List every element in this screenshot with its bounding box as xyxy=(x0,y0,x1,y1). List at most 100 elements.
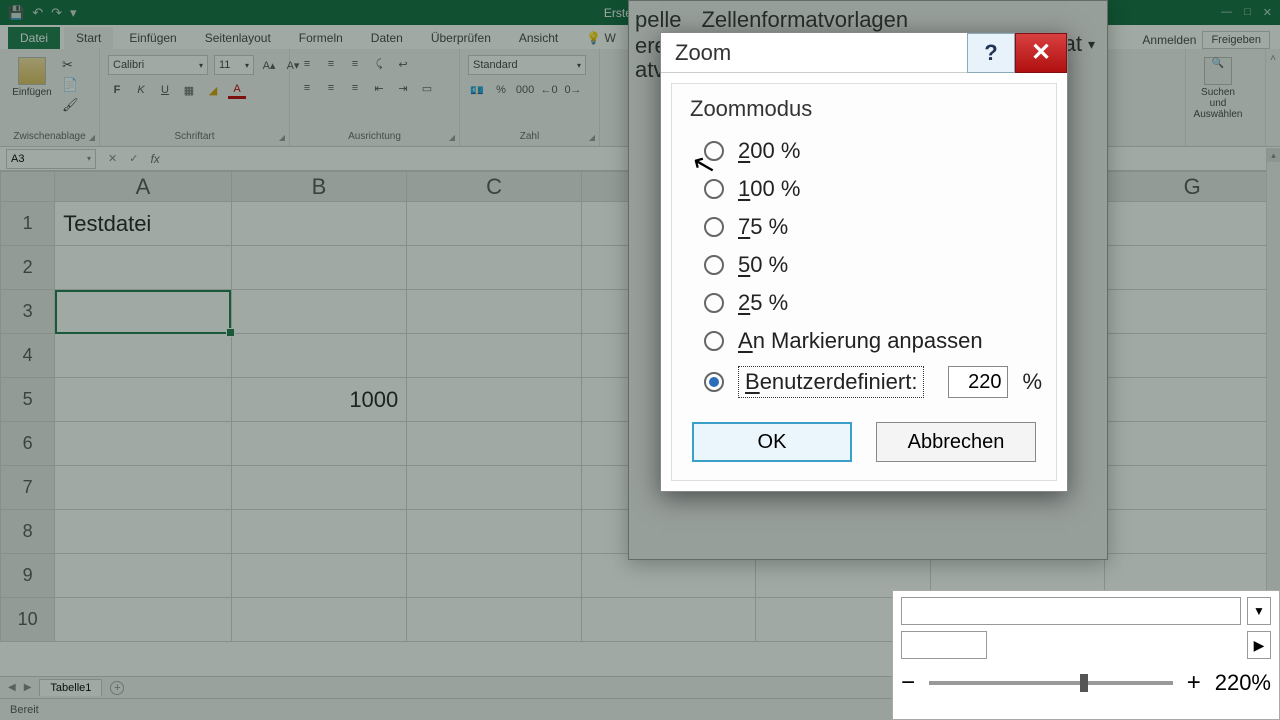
share-button[interactable]: Freigeben xyxy=(1202,31,1270,49)
font-color-icon[interactable]: A xyxy=(228,81,246,99)
indent-increase-icon[interactable]: ⇥ xyxy=(394,79,412,97)
row-header-8[interactable]: 8 xyxy=(1,510,55,554)
overlay-dropdown-button[interactable]: ▼ xyxy=(1247,597,1271,625)
tab-start[interactable]: Start xyxy=(64,27,113,49)
cut-icon[interactable]: ✂ xyxy=(62,57,79,73)
name-box[interactable]: A3▾ xyxy=(6,149,96,169)
help-button[interactable]: ? xyxy=(967,33,1015,73)
tab-tellme[interactable]: 💡 W xyxy=(574,27,628,49)
tab-page-layout[interactable]: Seitenlayout xyxy=(193,27,283,49)
thousands-icon[interactable]: 000 xyxy=(516,81,534,99)
row-header-6[interactable]: 6 xyxy=(1,422,55,466)
cancel-button[interactable]: Abbrechen xyxy=(876,422,1036,462)
wrap-text-icon[interactable]: ↩ xyxy=(394,55,412,73)
overlay-dropdown[interactable] xyxy=(901,597,1241,625)
column-header-g[interactable]: G xyxy=(1105,172,1280,202)
zoom-option-custom[interactable]: Benutzerdefiniert: % xyxy=(690,360,1038,404)
overlay-scroll-right[interactable]: ▶ xyxy=(1247,631,1271,659)
zoom-in-button[interactable]: + xyxy=(1187,669,1201,697)
italic-button[interactable]: K xyxy=(132,81,150,99)
column-header-b[interactable]: B xyxy=(231,172,407,202)
border-icon[interactable]: ▦ xyxy=(180,81,198,99)
zoom-option-75[interactable]: 75 % xyxy=(690,208,1038,246)
font-dialog-launcher[interactable]: ◢ xyxy=(279,133,285,142)
fill-color-icon[interactable]: ◢ xyxy=(204,81,222,99)
row-header-5[interactable]: 5 xyxy=(1,378,55,422)
signin-link[interactable]: Anmelden xyxy=(1142,33,1196,47)
tab-review[interactable]: Überprüfen xyxy=(419,27,503,49)
accounting-icon[interactable]: 💶 xyxy=(468,81,486,99)
bold-button[interactable]: F xyxy=(108,81,126,99)
row-header-1[interactable]: 1 xyxy=(1,202,55,246)
zoom-custom-input[interactable] xyxy=(948,366,1008,398)
minimize-icon[interactable]: — xyxy=(1221,6,1232,19)
tab-formulas[interactable]: Formeln xyxy=(287,27,355,49)
close-dialog-button[interactable]: ✕ xyxy=(1015,33,1067,73)
font-size-select[interactable]: 11▾ xyxy=(214,55,254,75)
row-header-10[interactable]: 10 xyxy=(1,598,55,642)
row-header-9[interactable]: 9 xyxy=(1,554,55,598)
close-window-icon[interactable]: ✕ xyxy=(1263,6,1272,19)
tab-data[interactable]: Daten xyxy=(359,27,415,49)
row-header-2[interactable]: 2 xyxy=(1,246,55,290)
sheet-nav-prev-icon[interactable]: ◀ xyxy=(8,682,16,693)
align-left-icon[interactable]: ≡ xyxy=(298,79,316,97)
vertical-scrollbar[interactable]: ▴ xyxy=(1266,148,1280,653)
tab-file[interactable]: Datei xyxy=(8,27,60,49)
merge-icon[interactable]: ▭ xyxy=(418,79,436,97)
sheet-tab-1[interactable]: Tabelle1 xyxy=(39,679,102,696)
enter-formula-icon[interactable]: ✓ xyxy=(123,152,144,165)
clipboard-dialog-launcher[interactable]: ◢ xyxy=(89,133,95,142)
zoom-option-200[interactable]: 200 % xyxy=(690,132,1038,170)
font-name-select[interactable]: Calibri▾ xyxy=(108,55,208,75)
row-header-4[interactable]: 4 xyxy=(1,334,55,378)
row-header-3[interactable]: 3 xyxy=(1,290,55,334)
align-top-icon[interactable]: ≡ xyxy=(298,55,316,73)
increase-decimal-icon[interactable]: ←0 xyxy=(540,81,558,99)
save-icon[interactable]: 💾 xyxy=(8,5,24,21)
row-header-7[interactable]: 7 xyxy=(1,466,55,510)
cell-b5[interactable]: 1000 xyxy=(231,378,407,422)
number-format-select[interactable]: Standard▾ xyxy=(468,55,586,75)
zoom-option-25[interactable]: 25 % xyxy=(690,284,1038,322)
number-dialog-launcher[interactable]: ◢ xyxy=(589,133,595,142)
underline-button[interactable]: U xyxy=(156,81,174,99)
align-right-icon[interactable]: ≡ xyxy=(346,79,364,97)
paste-button[interactable]: Einfügen xyxy=(8,55,56,100)
find-select-button[interactable]: 🔍Suchen und Auswählen xyxy=(1194,55,1242,122)
percent-icon[interactable]: % xyxy=(492,81,510,99)
collapse-ribbon-icon[interactable]: ˄ xyxy=(1270,53,1276,64)
redo-icon[interactable]: ↷ xyxy=(51,5,62,21)
align-middle-icon[interactable]: ≡ xyxy=(322,55,340,73)
cell-a3-selected[interactable] xyxy=(55,290,231,334)
zoom-option-100[interactable]: 100 % xyxy=(690,170,1038,208)
zoom-slider[interactable] xyxy=(929,681,1173,685)
customize-icon[interactable]: ▾ xyxy=(70,5,77,21)
indent-decrease-icon[interactable]: ⇤ xyxy=(370,79,388,97)
cell-a1[interactable]: Testdatei xyxy=(55,202,231,246)
tab-insert[interactable]: Einfügen xyxy=(117,27,188,49)
cancel-formula-icon[interactable]: ✕ xyxy=(102,152,123,165)
tab-view[interactable]: Ansicht xyxy=(507,27,570,49)
grow-font-icon[interactable]: A▴ xyxy=(260,56,278,74)
align-center-icon[interactable]: ≡ xyxy=(322,79,340,97)
fx-icon[interactable]: fx xyxy=(144,152,165,166)
decrease-decimal-icon[interactable]: 0→ xyxy=(564,81,582,99)
format-painter-icon[interactable]: 🖌 xyxy=(62,97,79,113)
copy-icon[interactable]: 📄 xyxy=(62,77,79,93)
add-sheet-button[interactable]: + xyxy=(110,681,124,695)
zoom-option-50[interactable]: 50 % xyxy=(690,246,1038,284)
sheet-nav-next-icon[interactable]: ▶ xyxy=(24,682,32,693)
select-all-corner[interactable] xyxy=(1,172,55,202)
zoom-level-label[interactable]: 220% xyxy=(1215,670,1271,696)
overlay-input[interactable] xyxy=(901,631,987,659)
zoom-out-button[interactable]: − xyxy=(901,669,915,697)
orientation-icon[interactable]: ⤹ xyxy=(370,55,388,73)
maximize-icon[interactable]: □ xyxy=(1244,6,1251,19)
column-header-a[interactable]: A xyxy=(55,172,231,202)
zoom-option-fit-selection[interactable]: An Markierung anpassen xyxy=(690,322,1038,360)
ok-button[interactable]: OK xyxy=(692,422,852,462)
zoom-slider-thumb[interactable] xyxy=(1080,674,1088,692)
align-bottom-icon[interactable]: ≡ xyxy=(346,55,364,73)
column-header-c[interactable]: C xyxy=(407,172,582,202)
